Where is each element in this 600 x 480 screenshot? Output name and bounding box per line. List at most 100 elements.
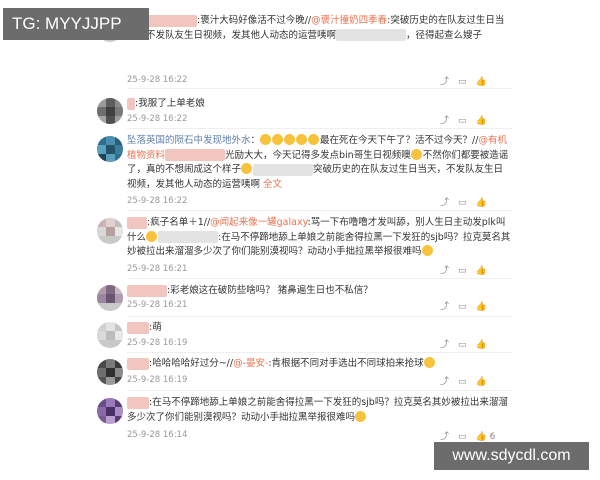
comment-actions: ⤴ ▭ 👍 xyxy=(440,113,496,126)
divider xyxy=(127,316,512,317)
emoji-icon xyxy=(296,134,308,145)
comment-actions: ⤴ ▭ 👍 xyxy=(440,195,496,208)
blurred-username[interactable] xyxy=(127,321,149,334)
mention-link[interactable]: @褒汁撞奶四季春 xyxy=(311,15,387,26)
timestamp: 25-9-28 16:19 xyxy=(127,375,188,385)
comment-prefix: :褒汁大码好像活不过今晚// xyxy=(197,15,312,26)
comment-text: 坠落英国的陨石中发现地外水： 最在死在今天下午了？活不过今天？//@有机植物资料光… xyxy=(127,134,512,192)
comment-prefix: :哈哈哈哈好过分~// xyxy=(149,358,234,369)
like-icon[interactable]: 👍 xyxy=(476,116,487,126)
comment-text: :哈哈哈哈好过分~//@-晏安-:肯根据不同对手选出不同球拍来抢球 xyxy=(127,357,512,372)
comment-text: :我服了上单老娘 xyxy=(127,97,512,112)
timestamp: 25-9-28 16:22 xyxy=(127,75,188,85)
emoji-icon xyxy=(146,230,158,242)
timestamp: 25-9-28 16:14 xyxy=(127,430,188,440)
avatar[interactable] xyxy=(97,322,123,348)
comment-icon[interactable]: ▭ xyxy=(458,340,467,350)
like-icon[interactable]: 👍 xyxy=(476,77,487,87)
comment-tail: ，径得起查么嫂子 xyxy=(406,29,483,41)
comment-actions: ⤴ ▭ 👍 6 xyxy=(440,429,504,442)
divider xyxy=(127,390,512,391)
emoji-icon xyxy=(272,134,284,145)
share-icon[interactable]: ⤴ xyxy=(440,340,449,350)
comment-body: :在马不停蹄地舔上单娘之前能舍得拉黑一下发狂的sjb吗？拉克莫名其妙被拉出来溜溜… xyxy=(127,397,508,423)
avatar[interactable] xyxy=(97,136,123,162)
emoji-icon xyxy=(284,134,296,145)
avatar[interactable] xyxy=(97,359,123,385)
comment-text: :萌 xyxy=(127,321,512,336)
avatar[interactable] xyxy=(97,285,123,311)
blurred-username[interactable] xyxy=(165,149,226,161)
timestamp: 25-9-28 16:21 xyxy=(127,300,188,310)
blurred-username[interactable] xyxy=(127,216,147,229)
blurred-username[interactable] xyxy=(127,284,167,297)
divider xyxy=(127,210,512,211)
comment-prefix: :疯子名单＋1// xyxy=(147,217,211,228)
comment-icon[interactable]: ▭ xyxy=(458,377,467,387)
like-icon[interactable]: 👍 xyxy=(476,198,487,208)
comment-body: :我服了上单老娘 xyxy=(135,98,205,109)
comment-text: :疯子名单＋1//@闻起来像一罐galaxy:骂一下布噜噜才发叫舔，别人生日主动… xyxy=(127,216,512,260)
blurred-username[interactable] xyxy=(127,357,149,370)
emoji-icon xyxy=(421,245,433,256)
blurred-username[interactable] xyxy=(127,396,149,409)
avatar[interactable] xyxy=(97,98,123,124)
avatar[interactable] xyxy=(97,218,123,244)
watermark-tg: TG: MYYJJPP xyxy=(3,8,149,40)
comment-body: :肯根据不同对手选出不同球拍来抢球 xyxy=(268,358,424,369)
emoji-icon xyxy=(308,134,320,145)
emoji-icon xyxy=(260,134,272,145)
comment-icon[interactable]: ▭ xyxy=(458,266,467,276)
comment-icon[interactable]: ▭ xyxy=(458,116,467,126)
comment-actions: ⤴ ▭ 👍 xyxy=(440,337,496,350)
comment-icon[interactable]: ▭ xyxy=(458,302,467,312)
mention-link[interactable]: @-晏安- xyxy=(233,358,268,369)
comment-text: :在马不停蹄地舔上单娘之前能舍得拉黑一下发狂的sjb吗？拉克莫名其妙被拉出来溜溜… xyxy=(127,396,512,425)
avatar[interactable] xyxy=(97,398,123,424)
share-icon[interactable]: ⤴ xyxy=(440,432,449,442)
expand-full-text-link[interactable]: 全文 xyxy=(263,179,282,190)
comment-text: :彩老娘这在破防些啥吗？ 猪鼻遍生日也不私信？ xyxy=(127,284,512,299)
comment-body: 光励大大，今天记得多发点bin哥生日视频噢 xyxy=(225,149,411,161)
divider xyxy=(127,352,512,353)
timestamp: 25-9-28 16:19 xyxy=(127,338,188,348)
comment-actions: ⤴ ▭ 👍 xyxy=(440,299,496,312)
divider xyxy=(127,88,512,89)
username[interactable]: 坠落英国的陨石中发现地外水 xyxy=(127,135,251,146)
like-icon[interactable]: 👍 xyxy=(476,302,487,312)
share-icon[interactable]: ⤴ xyxy=(440,77,449,87)
share-icon[interactable]: ⤴ xyxy=(440,302,449,312)
comment-body: 最在死在今天下午了？活不过今天？// xyxy=(320,135,479,146)
mention-link[interactable]: @闻起来像一罐galaxy xyxy=(210,217,307,228)
emoji-icon xyxy=(410,148,422,160)
share-icon[interactable]: ⤴ xyxy=(440,198,449,208)
comment-text: :褒汁大码好像活不过今晚//@褒汁撞奶四季春:突破历史的在队友过生日当天，不发队… xyxy=(127,14,512,43)
divider xyxy=(127,278,512,279)
like-icon[interactable]: 👍 xyxy=(476,340,487,350)
like-count: 6 xyxy=(489,432,496,442)
comment-body: :萌 xyxy=(149,322,162,333)
comment-prefix: ： xyxy=(250,135,261,146)
comment-icon[interactable]: ▭ xyxy=(458,77,467,87)
share-icon[interactable]: ⤴ xyxy=(440,116,449,126)
comment-icon[interactable]: ▭ xyxy=(458,198,467,208)
blurred-username[interactable] xyxy=(127,97,135,110)
comment-actions: ⤴ ▭ 👍 xyxy=(440,74,496,87)
like-icon[interactable]: 👍 6 xyxy=(476,432,496,442)
share-icon[interactable]: ⤴ xyxy=(440,266,449,276)
timestamp: 25-9-28 16:22 xyxy=(127,114,188,124)
comment-body: :彩老娘这在破防些啥吗？ 猪鼻遍生日也不私信？ xyxy=(167,285,373,296)
comment-icon[interactable]: ▭ xyxy=(458,432,467,442)
like-icon[interactable]: 👍 xyxy=(476,377,487,387)
share-icon[interactable]: ⤴ xyxy=(440,377,449,387)
blurred-text xyxy=(158,231,219,243)
timestamp: 25-9-28 16:22 xyxy=(127,196,188,206)
blurred-text xyxy=(336,29,407,41)
like-icon[interactable]: 👍 xyxy=(476,266,487,276)
watermark-site: www.sdycdl.com xyxy=(434,442,589,470)
comment-actions: ⤴ ▭ 👍 xyxy=(440,263,496,276)
divider xyxy=(127,128,512,129)
blurred-text xyxy=(253,163,314,176)
emoji-icon xyxy=(241,163,253,174)
comment-actions: ⤴ ▭ 👍 xyxy=(440,374,496,387)
